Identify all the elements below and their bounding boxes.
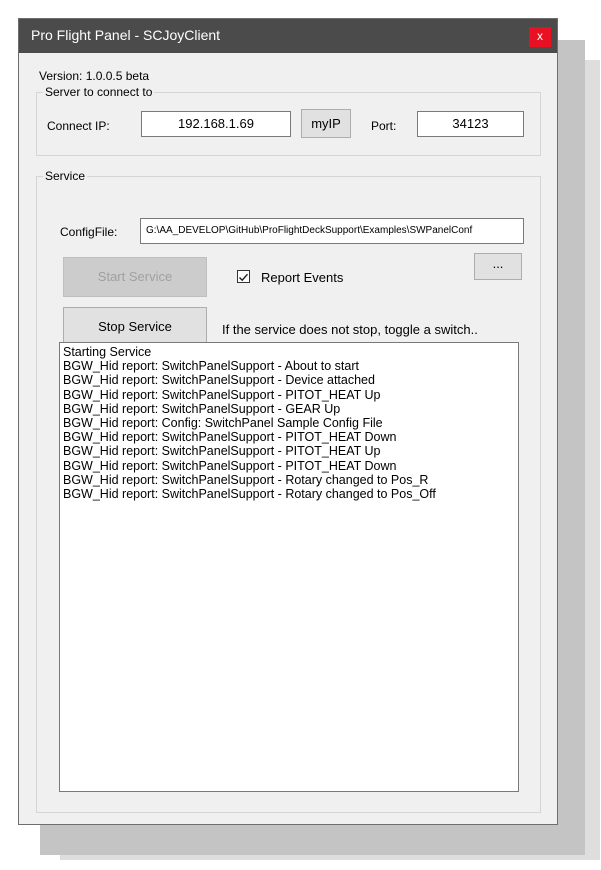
close-button[interactable]: x [529, 27, 551, 47]
window-title: Pro Flight Panel - SCJoyClient [31, 27, 221, 43]
report-events-label: Report Events [261, 270, 344, 285]
log-line: BGW_Hid report: SwitchPanelSupport - Dev… [63, 373, 375, 388]
version-label: Version: 1.0.0.5 beta [39, 69, 150, 83]
service-group-label: Service [43, 169, 88, 183]
close-icon: x [537, 29, 543, 43]
log-line: BGW_Hid report: SwitchPanelSupport - Rot… [63, 472, 429, 487]
browse-button[interactable]: ... [474, 253, 522, 280]
start-service-button[interactable]: Start Service [63, 257, 207, 297]
stop-service-button[interactable]: Stop Service [63, 307, 207, 347]
log-line: BGW_Hid report: SwitchPanelSupport - PIT… [63, 444, 381, 459]
port-label: Port: [371, 119, 397, 133]
connect-ip-label: Connect IP: [47, 119, 110, 133]
config-file-label: ConfigFile: [60, 225, 118, 239]
title-bar[interactable]: Pro Flight Panel - SCJoyClient x [19, 19, 557, 53]
log-line: BGW_Hid report: SwitchPanelSupport - Abo… [63, 359, 359, 374]
app-window: Pro Flight Panel - SCJoyClient x Version… [18, 18, 558, 825]
connect-ip-input[interactable]: 192.168.1.69 [141, 111, 291, 137]
log-line: BGW_Hid report: SwitchPanelSupport - PIT… [63, 387, 381, 402]
log-line: BGW_Hid report: SwitchPanelSupport - Rot… [63, 487, 436, 502]
log-line: BGW_Hid report: SwitchPanelSupport - GEA… [63, 401, 341, 416]
config-file-input[interactable]: G:\AA_DEVELOP\GitHub\ProFlightDeckSuppor… [140, 218, 524, 244]
server-group: Server to connect to Connect IP: 192.168… [36, 85, 541, 156]
server-group-label: Server to connect to [43, 85, 155, 99]
check-icon [239, 273, 249, 282]
log-line: BGW_Hid report: SwitchPanelSupport - PIT… [63, 458, 397, 473]
event-log[interactable]: Starting Service BGW_Hid report: SwitchP… [59, 342, 519, 792]
report-events-checkbox[interactable] [237, 270, 250, 283]
log-line: BGW_Hid report: Config: SwitchPanel Samp… [63, 416, 383, 431]
myip-button[interactable]: myIP [301, 109, 351, 138]
stop-hint-label: If the service does not stop, toggle a s… [222, 322, 478, 337]
log-line: BGW_Hid report: SwitchPanelSupport - PIT… [63, 430, 397, 445]
log-line: Starting Service [63, 345, 152, 359]
port-input[interactable]: 34123 [417, 111, 524, 137]
